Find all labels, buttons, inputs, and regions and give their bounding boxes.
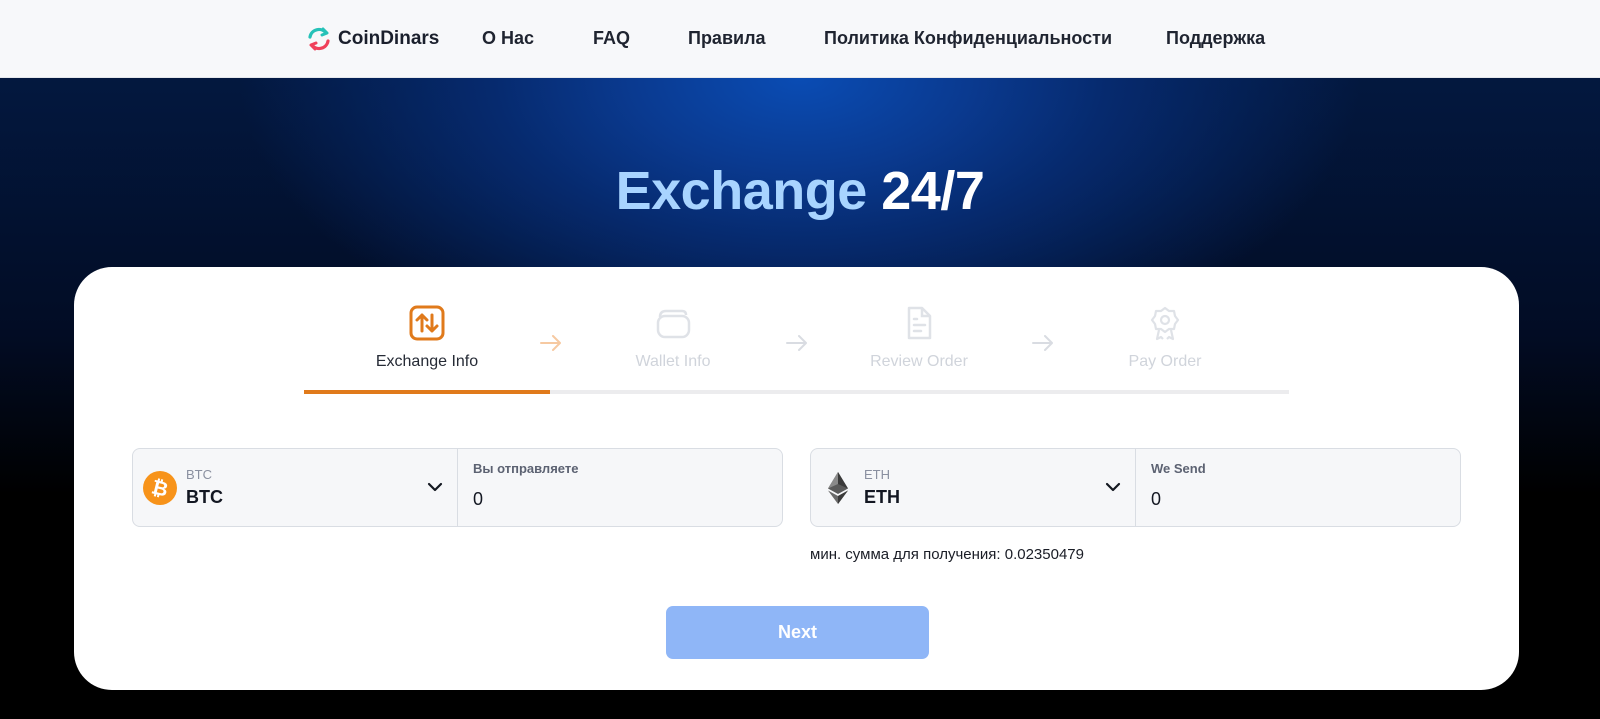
chevron-down-icon xyxy=(427,482,443,492)
step-label: Wallet Info xyxy=(635,353,711,370)
send-amount-box: Вы отправляете xyxy=(458,449,782,526)
receive-amount-box: We Send xyxy=(1136,449,1460,526)
top-navbar: CoinDinars О Нас FAQ Правила Политика Ко… xyxy=(0,0,1600,78)
next-button[interactable]: Next xyxy=(666,606,929,659)
nav-link-privacy[interactable]: Политика Конфиденциальности xyxy=(824,28,1112,49)
nav-link-faq[interactable]: FAQ xyxy=(593,28,630,49)
receive-coin-caption: ETH xyxy=(864,467,890,482)
hero-title-accent: 24/7 xyxy=(881,161,985,221)
step-label: Review Order xyxy=(870,353,968,370)
chevron-down-icon xyxy=(1105,482,1121,492)
min-amount-note: мин. сумма для получения: 0.02350479 xyxy=(810,546,1084,563)
receive-amount-label: We Send xyxy=(1151,461,1206,476)
nav-link-rules[interactable]: Правила xyxy=(688,28,766,49)
brand-logo[interactable]: CoinDinars xyxy=(306,24,439,54)
bitcoin-icon: ₿ xyxy=(143,471,177,505)
send-amount-input[interactable] xyxy=(473,485,763,513)
ethereum-icon xyxy=(828,472,848,504)
receive-group: ETH ETH We Send xyxy=(810,448,1461,527)
step-exchange-info[interactable]: Exchange Info xyxy=(304,303,550,371)
send-group: ₿ BTC BTC Вы отправляете xyxy=(132,448,783,527)
step-progress-fill xyxy=(304,390,551,394)
brand-name: CoinDinars xyxy=(338,28,440,49)
hero-title: Exchange 24/7 xyxy=(0,160,1600,222)
receive-coin-name: ETH xyxy=(864,487,900,507)
award-badge-icon xyxy=(1145,303,1185,343)
step-label: Exchange Info xyxy=(375,353,479,370)
receive-coin-select[interactable]: ETH ETH xyxy=(811,449,1136,526)
step-wallet-info[interactable]: Wallet Info xyxy=(550,303,796,371)
exchange-card: Exchange Info Wallet Info Review Order P… xyxy=(74,267,1519,690)
send-amount-label: Вы отправляете xyxy=(473,461,579,476)
receive-amount-input[interactable] xyxy=(1151,485,1441,513)
exchange-logo-icon xyxy=(308,27,330,51)
send-coin-caption: BTC xyxy=(186,467,212,482)
nav-link-support[interactable]: Поддержка xyxy=(1166,28,1265,49)
wallet-icon xyxy=(653,303,693,343)
step-pay-order[interactable]: Pay Order xyxy=(1042,303,1288,371)
document-icon xyxy=(899,303,939,343)
hero-title-word: Exchange xyxy=(615,161,868,221)
swap-arrows-icon xyxy=(407,303,447,343)
send-coin-name: BTC xyxy=(186,487,223,507)
step-review-order[interactable]: Review Order xyxy=(796,303,1042,371)
step-label: Pay Order xyxy=(1128,353,1202,370)
send-coin-select[interactable]: ₿ BTC BTC xyxy=(133,449,458,526)
step-progress-bar xyxy=(304,390,1289,394)
nav-link-about[interactable]: О Нас xyxy=(482,28,534,49)
